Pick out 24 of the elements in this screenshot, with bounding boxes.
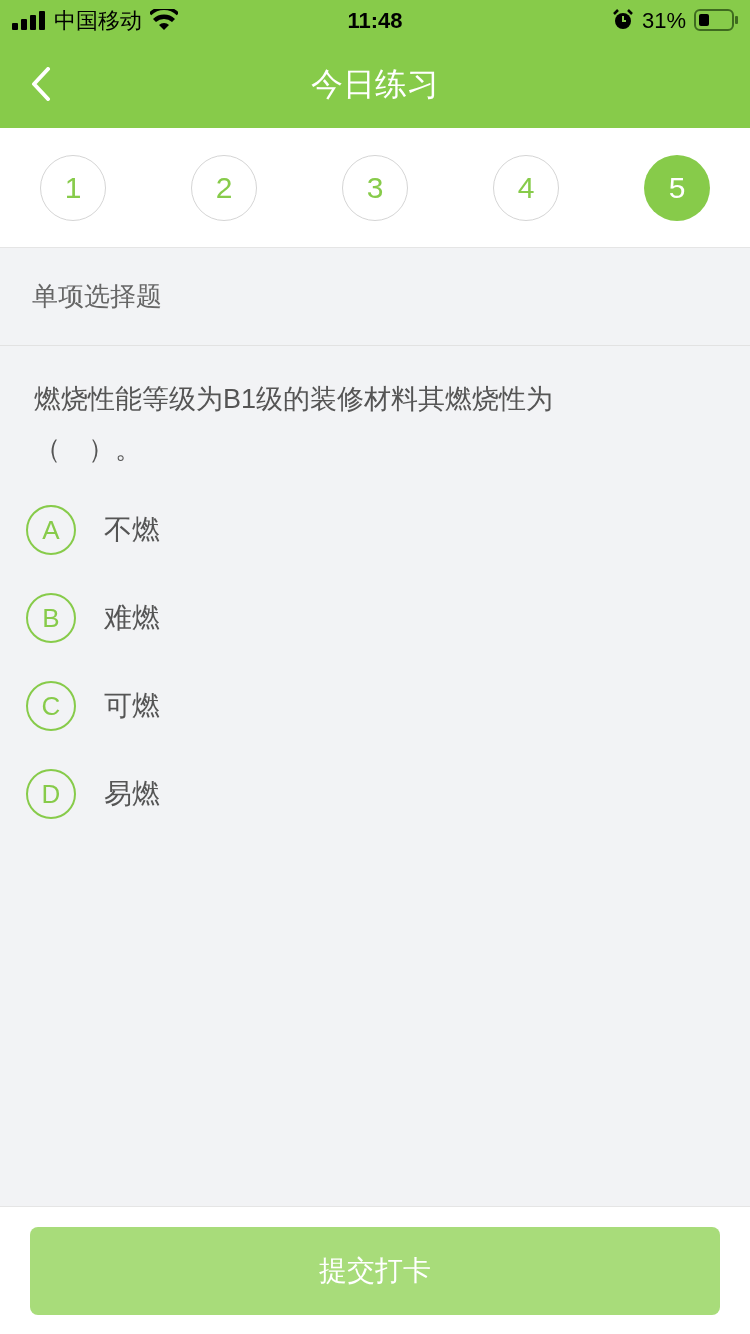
clock-time: 11:48: [347, 6, 403, 35]
carrier-name: 中国移动: [54, 6, 142, 35]
signal-icon: [12, 10, 46, 30]
question-number-tab[interactable]: 3: [342, 154, 408, 221]
option-letter[interactable]: D: [26, 769, 76, 819]
battery-icon: [694, 9, 738, 31]
alarm-icon: [611, 9, 634, 31]
option-text: 易燃: [104, 777, 160, 811]
back-icon: [31, 67, 51, 101]
question-number-tab[interactable]: 4: [493, 154, 559, 221]
option-text: 不燃: [104, 513, 160, 547]
option-text: 难燃: [104, 601, 160, 635]
question-number-tab[interactable]: 5: [644, 154, 710, 221]
page-title: 今日练习: [311, 65, 439, 104]
question-type: 单项选择题: [32, 280, 162, 313]
question-text: 燃烧性能等级为B1级的装修材料其燃烧性为（ ）。: [34, 383, 555, 466]
option-letter[interactable]: A: [26, 505, 76, 555]
battery-percent: 31%: [641, 6, 686, 35]
question-number-tab[interactable]: 1: [40, 154, 106, 221]
wifi-icon: [150, 9, 178, 31]
option-letter[interactable]: B: [26, 593, 76, 643]
option-letter[interactable]: C: [26, 681, 76, 731]
question-number-tab[interactable]: 2: [191, 154, 257, 221]
option-text: 可燃: [104, 689, 160, 723]
